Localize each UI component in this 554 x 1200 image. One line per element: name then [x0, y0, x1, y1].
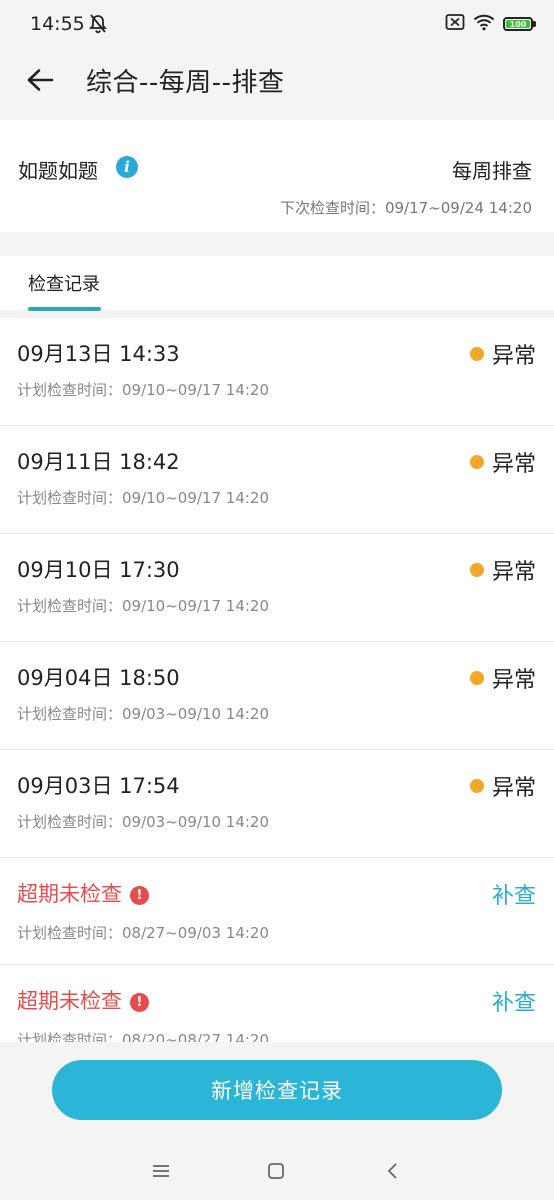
overdue-row[interactable]: 超期未检查! 计划检查时间：08/20~08/27 14:20 补查 [0, 965, 554, 1042]
tab-bar: 检查记录 [0, 256, 554, 311]
back-nav-icon[interactable] [380, 1158, 406, 1184]
status-bar: 14:55 100 [0, 0, 554, 50]
app-header: 综合--每周--排查 [0, 50, 554, 112]
alert-icon: ! [130, 886, 149, 905]
record-row[interactable]: 09月04日 18:50 计划检查时间：09/03~09/10 14:20 异常 [0, 642, 554, 750]
record-datetime: 09月13日 14:33 [17, 342, 180, 366]
records-list[interactable]: 09月13日 14:33 计划检查时间：09/10~09/17 14:20 异常… [0, 318, 554, 1042]
makeup-check-button[interactable]: 补查 [492, 985, 536, 1017]
record-row[interactable]: 09月03日 17:54 计划检查时间：09/03~09/10 14:20 异常 [0, 750, 554, 858]
overdue-row[interactable]: 超期未检查! 计划检查时间：08/27~09/03 14:20 补查 [0, 858, 554, 965]
alert-icon: ! [130, 993, 149, 1012]
warning-dot-icon [469, 671, 484, 685]
record-row[interactable]: 09月10日 17:30 计划检查时间：09/10~09/17 14:20 异常 [0, 534, 554, 642]
record-plan-time: 计划检查时间：08/20~08/27 14:20 [17, 1031, 270, 1042]
back-arrow-icon[interactable] [22, 62, 58, 98]
bell-muted-icon [88, 13, 108, 39]
record-datetime: 09月11日 18:42 [17, 450, 180, 474]
home-icon[interactable] [263, 1158, 289, 1184]
site-name: 如题如题 [18, 159, 98, 183]
warning-dot-icon [469, 347, 484, 361]
status-icons: 100 [445, 13, 536, 35]
record-datetime: 09月10日 17:30 [17, 558, 180, 582]
record-plan-time: 计划检查时间：08/27~09/03 14:20 [17, 924, 270, 942]
next-check-time: 下次检查时间：09/17~09/24 14:20 [279, 199, 532, 217]
record-plan-time: 计划检查时间：09/10~09/17 14:20 [17, 381, 270, 399]
status-label: 异常 [491, 776, 536, 801]
page-title: 综合--每周--排查 [86, 68, 285, 98]
wifi-icon [473, 13, 495, 35]
makeup-check-button[interactable]: 补查 [492, 878, 536, 910]
record-row[interactable]: 09月11日 18:42 计划检查时间：09/10~09/17 14:20 异常 [0, 426, 554, 534]
tab-check-records[interactable]: 检查记录 [28, 270, 100, 296]
bottom-action-area: 新增检查记录 [0, 1042, 554, 1142]
overdue-title: 超期未检查! [17, 985, 149, 1015]
record-datetime: 09月03日 17:54 [17, 774, 180, 798]
warning-dot-icon [469, 563, 484, 577]
record-plan-time: 计划检查时间：09/10~09/17 14:20 [17, 597, 270, 615]
record-plan-time: 计划检查时间：09/03~09/10 14:20 [17, 705, 270, 723]
status-label: 异常 [491, 668, 536, 693]
overdue-label: 超期未检查 [17, 882, 122, 906]
overdue-title: 超期未检查! [17, 878, 149, 908]
status-label: 异常 [491, 560, 536, 585]
frequency-label: 每周排查 [452, 159, 532, 183]
status-label: 异常 [491, 344, 536, 369]
battery-level: 100 [509, 19, 527, 29]
record-plan-time: 计划检查时间：09/03~09/10 14:20 [17, 813, 270, 831]
record-status: 异常 [469, 338, 536, 370]
record-datetime: 09月04日 18:50 [17, 666, 180, 690]
add-check-record-button[interactable]: 新增检查记录 [52, 1060, 502, 1120]
warning-dot-icon [469, 779, 484, 793]
record-plan-time: 计划检查时间：09/10~09/17 14:20 [17, 489, 270, 507]
record-status: 异常 [469, 770, 536, 802]
warning-dot-icon [469, 455, 484, 469]
status-label: 异常 [491, 452, 536, 477]
info-icon[interactable]: i [116, 156, 138, 178]
record-status: 异常 [469, 662, 536, 694]
battery-icon: 100 [503, 17, 536, 31]
record-status: 异常 [469, 554, 536, 586]
record-status: 异常 [469, 446, 536, 478]
info-card: 如题如题 i 每周排查 下次检查时间：09/17~09/24 14:20 [0, 120, 554, 232]
menu-icon[interactable] [148, 1158, 174, 1184]
sim-off-icon [445, 13, 465, 35]
overdue-label: 超期未检查 [17, 989, 122, 1013]
tab-indicator [28, 307, 101, 311]
status-time: 14:55 [30, 13, 85, 35]
record-row[interactable]: 09月13日 14:33 计划检查时间：09/10~09/17 14:20 异常 [0, 318, 554, 426]
system-nav-bar [0, 1142, 554, 1200]
